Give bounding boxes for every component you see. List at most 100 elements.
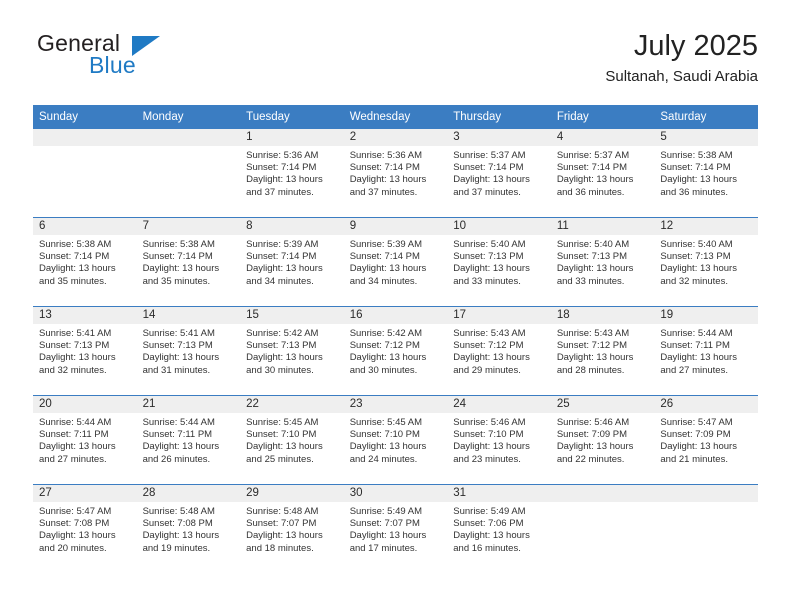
calendar-day-cell[interactable]: 3 Sunrise: 5:37 AM Sunset: 7:14 PM Daylight…	[447, 129, 551, 218]
calendar-day-cell[interactable]: 15 Sunrise: 5:42 AM Sunset: 7:13 PM Dayligh…	[240, 306, 344, 396]
calendar-day-cell[interactable]: 6 Sunrise: 5:38 AM Sunset: 7:14 PM Daylight…	[33, 217, 137, 307]
calendar-day-cell[interactable]: 20 Sunrise: 5:44 AM Sunset: 7:11 PM Dayligh…	[33, 395, 137, 485]
sunrise-time: Sunrise: 5:37 AM	[556, 150, 630, 161]
calendar-day-cell[interactable]: 5 Sunrise: 5:38 AM Sunset: 7:14 PM Daylight…	[654, 129, 758, 218]
calendar-day-cell[interactable]: 16 Sunrise: 5:42 AM Sunset: 7:12 PM Dayligh…	[343, 306, 448, 396]
calendar-day-cell[interactable]: 10 Sunrise: 5:40 AM Sunset: 7:13 PM Dayligh…	[447, 217, 551, 307]
calendar-day-cell[interactable]: 21 Sunrise: 5:44 AM Sunset: 7:11 PM Dayligh…	[136, 395, 241, 485]
sunrise-time: Sunrise: 5:46 AM	[453, 417, 526, 428]
daylight-duration-line2: and 23 minutes.	[453, 453, 521, 465]
day-details: Sunrise: 5:36 AM Sunset: 7:14 PM Daylight:…	[344, 146, 448, 199]
day-details: Sunrise: 5:40 AM Sunset: 7:13 PM Daylight:…	[654, 235, 758, 288]
daylight-duration-line2: and 37 minutes.	[349, 186, 418, 198]
calendar-day-cell[interactable]: 11 Sunrise: 5:40 AM Sunset: 7:13 PM Dayligh…	[550, 217, 655, 307]
sunrise-time: Sunrise: 5:49 AM	[349, 506, 423, 517]
day-details: Sunrise: 5:41 AM Sunset: 7:13 PM Daylight:…	[137, 324, 241, 377]
daylight-duration-line1: Daylight: 13 hours	[556, 263, 634, 275]
day-details: Sunrise: 5:39 AM Sunset: 7:14 PM Daylight:…	[240, 235, 344, 288]
sunrise-time: Sunrise: 5:42 AM	[246, 328, 319, 339]
day-details: Sunrise: 5:45 AM Sunset: 7:10 PM Daylight:…	[344, 413, 448, 466]
day-number: 24	[447, 396, 551, 413]
calendar-day-cell[interactable]: 29 Sunrise: 5:48 AM Sunset: 7:07 PM Dayligh…	[240, 484, 344, 573]
day-number: 5	[654, 129, 758, 146]
daylight-duration-line2: and 31 minutes.	[142, 364, 211, 376]
day-number: 22	[240, 396, 344, 413]
calendar-day-cell[interactable]: 9 Sunrise: 5:39 AM Sunset: 7:14 PM Daylight…	[343, 217, 448, 307]
day-details: Sunrise: 5:48 AM Sunset: 7:07 PM Daylight:…	[240, 502, 344, 555]
daylight-duration-line2: and 25 minutes.	[246, 453, 314, 465]
calendar-day-cell[interactable]: 31 Sunrise: 5:49 AM Sunset: 7:06 PM Dayligh…	[447, 484, 551, 573]
sunset-time: Sunset: 7:10 PM	[246, 429, 317, 441]
day-cell-content: 26 Sunrise: 5:47 AM Sunset: 7:09 PM Dayligh…	[654, 396, 758, 484]
sunset-time: Sunset: 7:11 PM	[142, 429, 213, 441]
calendar-week-row: 13 Sunrise: 5:41 AM Sunset: 7:13 PM Dayligh…	[33, 306, 758, 396]
calendar-day-cell[interactable]: 8 Sunrise: 5:39 AM Sunset: 7:14 PM Daylight…	[240, 217, 344, 307]
daylight-duration-line1: Daylight: 13 hours	[453, 352, 530, 364]
calendar-day-cell[interactable]: 14 Sunrise: 5:41 AM Sunset: 7:13 PM Dayligh…	[136, 306, 241, 396]
calendar-day-cell[interactable]: 23 Sunrise: 5:45 AM Sunset: 7:10 PM Dayligh…	[343, 395, 448, 485]
day-number: 26	[654, 396, 758, 413]
sunset-time: Sunset: 7:13 PM	[660, 251, 731, 263]
sunrise-time: Sunrise: 5:49 AM	[453, 506, 526, 517]
calendar-day-cell[interactable]: 28 Sunrise: 5:48 AM Sunset: 7:08 PM Dayligh…	[136, 484, 241, 573]
calendar-day-cell[interactable]: 12 Sunrise: 5:40 AM Sunset: 7:13 PM Dayligh…	[654, 217, 758, 307]
calendar-day-cell[interactable]: 4 Sunrise: 5:37 AM Sunset: 7:14 PM Daylight…	[550, 129, 655, 218]
daylight-duration-line1: Daylight: 13 hours	[349, 263, 427, 275]
general-blue-logo[interactable]: General Blue	[33, 28, 263, 90]
day-cell-content: 27 Sunrise: 5:47 AM Sunset: 7:08 PM Dayligh…	[33, 485, 137, 573]
sunset-time: Sunset: 7:10 PM	[453, 429, 524, 441]
day-details: Sunrise: 5:49 AM Sunset: 7:07 PM Daylight:…	[344, 502, 448, 555]
day-cell-content: 14 Sunrise: 5:41 AM Sunset: 7:13 PM Dayligh…	[136, 307, 241, 395]
daylight-duration-line1: Daylight: 13 hours	[660, 263, 737, 275]
calendar-day-cell[interactable]: 7 Sunrise: 5:38 AM Sunset: 7:14 PM Daylight…	[136, 217, 241, 307]
location-subtitle: Sultanah, Saudi Arabia	[605, 68, 758, 85]
calendar-day-cell[interactable]: 18 Sunrise: 5:43 AM Sunset: 7:12 PM Dayligh…	[550, 306, 655, 396]
day-cell-content: 10 Sunrise: 5:40 AM Sunset: 7:13 PM Dayligh…	[447, 218, 551, 306]
day-cell-content: 21 Sunrise: 5:44 AM Sunset: 7:11 PM Dayligh…	[136, 396, 241, 484]
day-number: 18	[550, 307, 655, 324]
calendar-day-cell[interactable]: 1 Sunrise: 5:36 AM Sunset: 7:14 PM Daylight…	[240, 129, 344, 218]
sunset-time: Sunset: 7:14 PM	[349, 162, 420, 174]
sunrise-time: Sunrise: 5:42 AM	[349, 328, 423, 339]
day-number: 6	[33, 218, 137, 235]
day-cell-content	[136, 129, 241, 217]
day-number: 4	[550, 129, 655, 146]
sunset-time: Sunset: 7:08 PM	[39, 518, 110, 530]
calendar-day-cell[interactable]: 25 Sunrise: 5:46 AM Sunset: 7:09 PM Dayligh…	[550, 395, 655, 485]
sunset-time: Sunset: 7:08 PM	[142, 518, 213, 530]
sunrise-time: Sunrise: 5:40 AM	[660, 239, 733, 250]
calendar-day-cell[interactable]: 27 Sunrise: 5:47 AM Sunset: 7:08 PM Dayligh…	[33, 484, 137, 573]
day-cell-content: 19 Sunrise: 5:44 AM Sunset: 7:11 PM Dayligh…	[654, 307, 758, 395]
day-cell-content: 15 Sunrise: 5:42 AM Sunset: 7:13 PM Dayligh…	[240, 307, 344, 395]
day-cell-content: 18 Sunrise: 5:43 AM Sunset: 7:12 PM Dayligh…	[550, 307, 655, 395]
calendar-day-cell[interactable]: 17 Sunrise: 5:43 AM Sunset: 7:12 PM Dayligh…	[447, 306, 551, 396]
day-number	[33, 129, 137, 146]
daylight-duration-line1: Daylight: 13 hours	[556, 174, 634, 186]
sunrise-time: Sunrise: 5:44 AM	[660, 328, 733, 339]
calendar-day-cell[interactable]: 2 Sunrise: 5:36 AM Sunset: 7:14 PM Daylight…	[343, 129, 448, 218]
calendar-day-cell[interactable]: 30 Sunrise: 5:49 AM Sunset: 7:07 PM Dayligh…	[343, 484, 448, 573]
calendar-page: General Blue July 2025 Sultanah, Saudi A…	[0, 0, 792, 612]
day-cell-content: 3 Sunrise: 5:37 AM Sunset: 7:14 PM Daylight…	[447, 129, 551, 217]
weekday-header-friday: Friday	[550, 105, 655, 129]
calendar-day-cell[interactable]: 13 Sunrise: 5:41 AM Sunset: 7:13 PM Dayligh…	[33, 306, 137, 396]
day-cell-content: 11 Sunrise: 5:40 AM Sunset: 7:13 PM Dayligh…	[550, 218, 655, 306]
daylight-duration-line1: Daylight: 13 hours	[39, 530, 116, 542]
calendar-day-cell[interactable]: 19 Sunrise: 5:44 AM Sunset: 7:11 PM Dayligh…	[654, 306, 758, 396]
daylight-duration-line1: Daylight: 13 hours	[453, 174, 530, 186]
daylight-duration-line1: Daylight: 13 hours	[453, 441, 530, 453]
day-details: Sunrise: 5:45 AM Sunset: 7:10 PM Daylight:…	[240, 413, 344, 466]
day-cell-content: 7 Sunrise: 5:38 AM Sunset: 7:14 PM Daylight…	[136, 218, 241, 306]
weekday-header-tuesday: Tuesday	[240, 105, 344, 129]
daylight-duration-line1: Daylight: 13 hours	[660, 174, 737, 186]
day-number: 12	[654, 218, 758, 235]
sunrise-time: Sunrise: 5:44 AM	[39, 417, 112, 428]
day-cell-content: 9 Sunrise: 5:39 AM Sunset: 7:14 PM Daylight…	[343, 218, 448, 306]
day-number: 17	[447, 307, 551, 324]
calendar-cell-empty	[550, 484, 655, 573]
calendar-day-cell[interactable]: 22 Sunrise: 5:45 AM Sunset: 7:10 PM Dayligh…	[240, 395, 344, 485]
day-cell-content: 23 Sunrise: 5:45 AM Sunset: 7:10 PM Dayligh…	[343, 396, 448, 484]
daylight-duration-line2: and 30 minutes.	[349, 364, 418, 376]
calendar-day-cell[interactable]: 26 Sunrise: 5:47 AM Sunset: 7:09 PM Dayligh…	[654, 395, 758, 485]
calendar-day-cell[interactable]: 24 Sunrise: 5:46 AM Sunset: 7:10 PM Dayligh…	[447, 395, 551, 485]
